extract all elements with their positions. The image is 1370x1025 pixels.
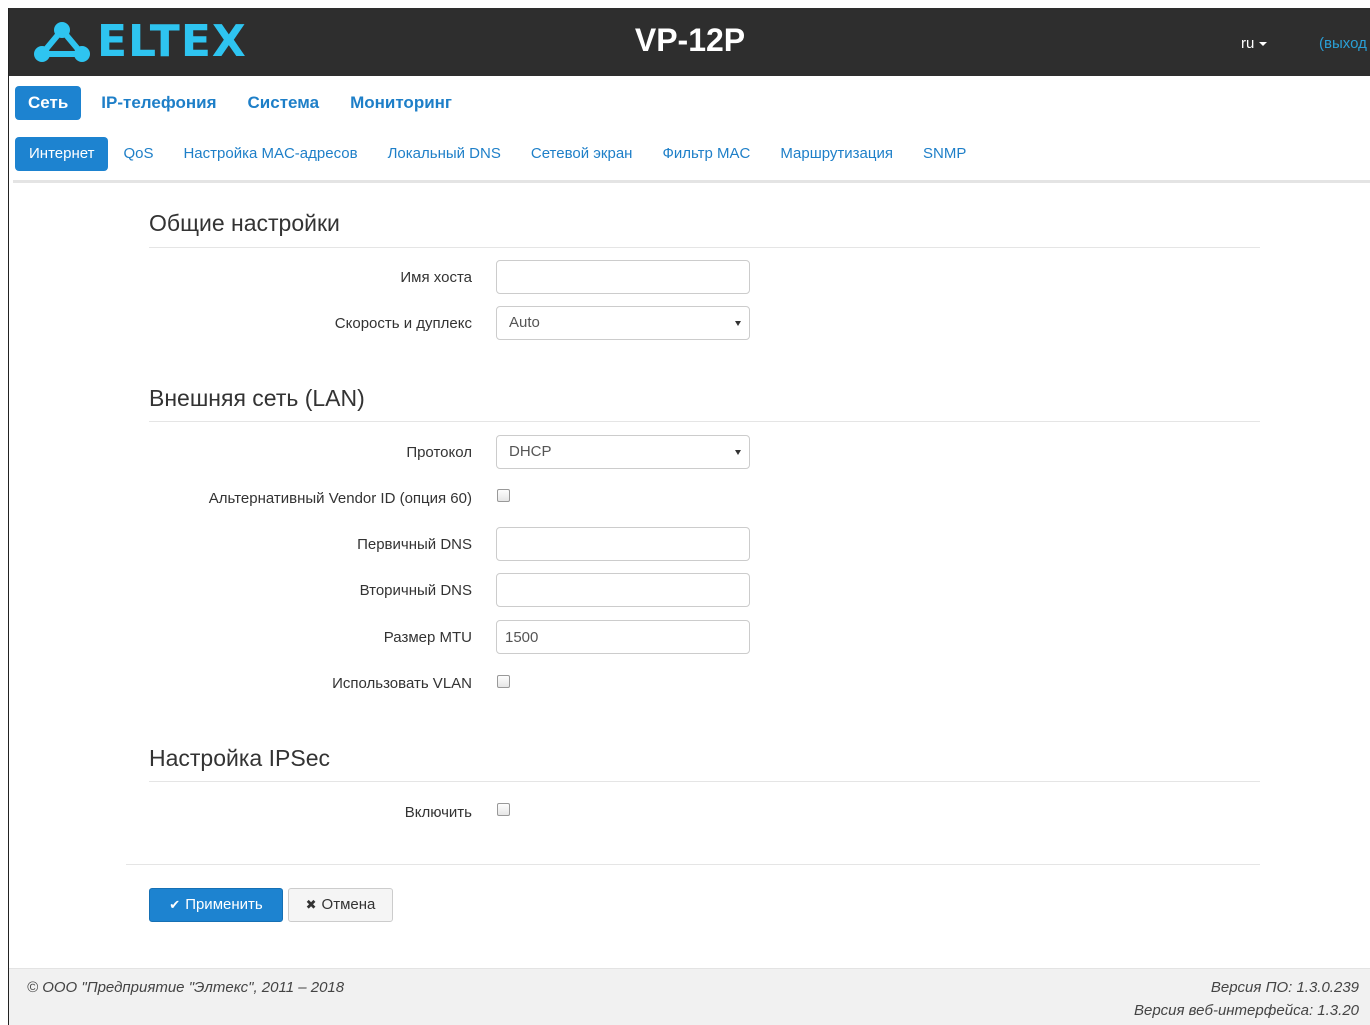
copyright-text: © ООО "Предприятие "Элтекс", 2011 – 2018	[27, 979, 345, 996]
footer: © ООО "Предприятие "Элтекс", 2011 – 2018…	[9, 968, 1370, 1025]
logout-link[interactable]: (выход	[1319, 35, 1367, 52]
speed-duplex-select[interactable]: Auto	[496, 306, 750, 340]
sub-tab-mac-filter[interactable]: Фильтр MAC	[647, 137, 765, 171]
sub-tab-firewall[interactable]: Сетевой экран	[516, 137, 648, 171]
speed-duplex-value: Auto	[509, 314, 540, 331]
vlan-label: Использовать VLAN	[332, 675, 472, 692]
sub-tab-snmp[interactable]: SNMP	[908, 137, 981, 171]
apply-label: Применить	[185, 896, 263, 913]
ipsec-enable-label: Включить	[404, 804, 472, 821]
section-divider	[149, 781, 1260, 782]
device-model-title: VP-12P	[634, 22, 746, 58]
main-tab-ip-telephony[interactable]: IP-телефония	[90, 86, 227, 120]
apply-button[interactable]: ✔ Применить	[149, 888, 283, 922]
chevron-down-icon	[1259, 42, 1268, 47]
sub-tab-internet[interactable]: Интернет	[15, 137, 109, 171]
check-icon: ✔	[169, 897, 181, 912]
section-title-general: Общие настройки	[149, 210, 340, 236]
sub-tab-mac-settings[interactable]: Настройка MAC-адресов	[168, 137, 372, 171]
mtu-label: Размер MTU	[383, 629, 472, 646]
cancel-button[interactable]: ✖ Отмена	[288, 888, 393, 922]
vlan-checkbox[interactable]	[497, 675, 510, 688]
main-tab-network[interactable]: Сеть	[15, 86, 82, 120]
section-divider	[149, 421, 1260, 422]
hostname-label: Имя хоста	[400, 269, 472, 286]
sub-tab-local-dns[interactable]: Локальный DNS	[373, 137, 516, 171]
vendor-id-label: Альтернативный Vendor ID (опция 60)	[208, 490, 472, 507]
section-divider	[149, 247, 1260, 248]
language-selector[interactable]: ru	[1241, 35, 1268, 52]
sub-nav: Интернет QoS Настройка MAC-адресов Локал…	[15, 137, 981, 171]
sub-tab-qos[interactable]: QoS	[108, 137, 168, 171]
protocol-value: DHCP	[509, 443, 552, 460]
primary-dns-input[interactable]	[496, 527, 750, 561]
section-title-ipsec: Настройка IPSec	[149, 745, 330, 771]
secondary-dns-label: Вторичный DNS	[359, 582, 472, 599]
speed-duplex-label: Скорость и дуплекс	[334, 315, 472, 332]
cancel-label: Отмена	[321, 896, 376, 913]
language-label: ru	[1241, 35, 1255, 52]
chevron-down-icon	[735, 450, 741, 455]
secondary-dns-input[interactable]	[496, 573, 750, 607]
main-nav: Сеть IP-телефония Система Мониторинг	[15, 86, 472, 122]
main-tab-system[interactable]: Система	[237, 86, 331, 120]
protocol-select[interactable]: DHCP	[496, 435, 750, 469]
section-title-wan: Внешняя сеть (LAN)	[149, 385, 365, 411]
hostname-input[interactable]	[496, 260, 750, 294]
subnav-divider	[13, 180, 1370, 183]
web-interface-version: Версия веб-интерфейса: 1.3.20	[1133, 1002, 1359, 1019]
sub-tab-routing[interactable]: Маршрутизация	[765, 137, 908, 171]
chevron-down-icon	[735, 321, 741, 326]
vendor-id-checkbox[interactable]	[497, 489, 510, 502]
mtu-input[interactable]	[496, 620, 750, 654]
main-tab-monitoring[interactable]: Мониторинг	[339, 86, 463, 120]
top-bar: ELTEX VP-12P ru (выход	[9, 8, 1370, 76]
ipsec-enable-checkbox[interactable]	[497, 803, 510, 816]
form-divider	[126, 864, 1260, 865]
firmware-version: Версия ПО: 1.3.0.239	[1210, 979, 1359, 996]
protocol-label: Протокол	[406, 444, 472, 461]
app-frame: ELTEX VP-12P ru (выход Сеть IP-телефония…	[8, 8, 1370, 1025]
close-icon: ✖	[305, 897, 317, 912]
primary-dns-label: Первичный DNS	[357, 536, 472, 553]
